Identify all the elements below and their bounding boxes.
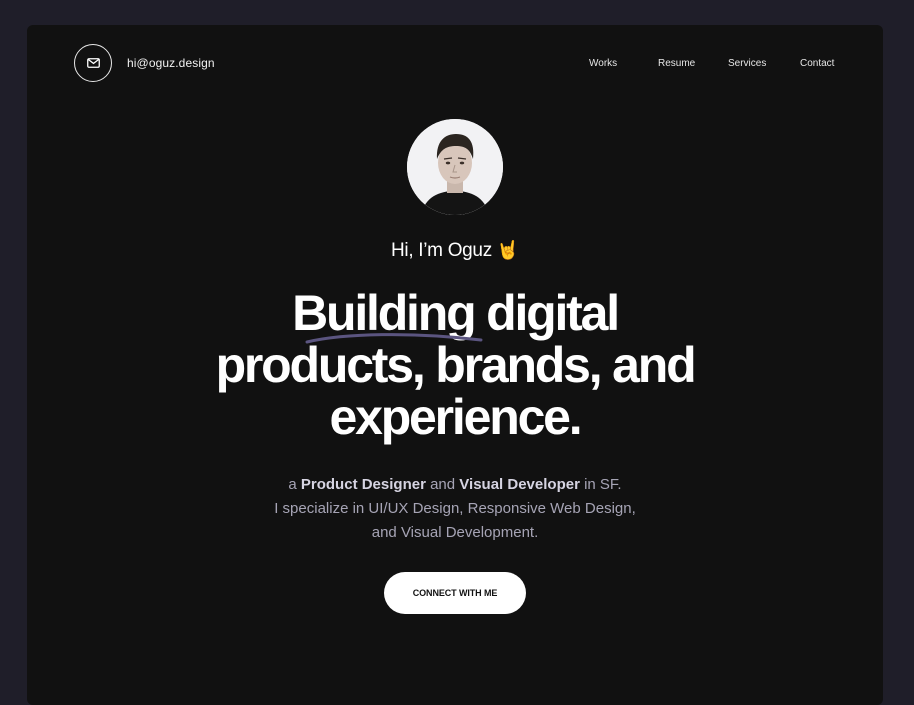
avatar	[407, 119, 503, 215]
intro-line-3: and Visual Development.	[371, 524, 539, 541]
email-link[interactable]: hi@oguz.design	[127, 56, 215, 70]
rock-hand-emoji: 🤘	[496, 240, 520, 260]
headline-line-2: products, brands, and	[215, 337, 697, 393]
mail-icon	[86, 58, 100, 68]
intro-post: in SF.	[579, 476, 622, 493]
headline-line-3: experience.	[329, 389, 583, 445]
portrait-image	[407, 119, 503, 215]
nav-works[interactable]: Works	[589, 58, 617, 69]
nav-services[interactable]: Services	[728, 58, 766, 69]
portfolio-card: hi@oguz.design Works Resume Services Con…	[27, 25, 883, 705]
mail-button[interactable]	[74, 44, 112, 82]
nav-resume[interactable]: Resume	[658, 58, 695, 69]
intro-line-1: a Product Designer and Visual Developer …	[27, 473, 883, 497]
headline: Building digital products, brands, and e…	[27, 287, 883, 443]
intro-line-2: I specialize in UI/UX Design, Responsive…	[274, 500, 636, 517]
role-visual-developer: Visual Developer	[459, 476, 580, 493]
intro-pre: a	[288, 476, 301, 493]
greeting: Hi, I’m Oguz 🤘	[27, 240, 883, 262]
intro-mid: and	[425, 476, 460, 493]
greeting-text: Hi, I’m Oguz	[390, 240, 492, 261]
nav-contact[interactable]: Contact	[800, 58, 834, 69]
headline-underline	[305, 333, 483, 344]
role-product-designer: Product Designer	[300, 476, 426, 493]
connect-button[interactable]: CONNECT WITH ME	[384, 572, 526, 614]
intro-text: a Product Designer and Visual Developer …	[27, 473, 883, 545]
